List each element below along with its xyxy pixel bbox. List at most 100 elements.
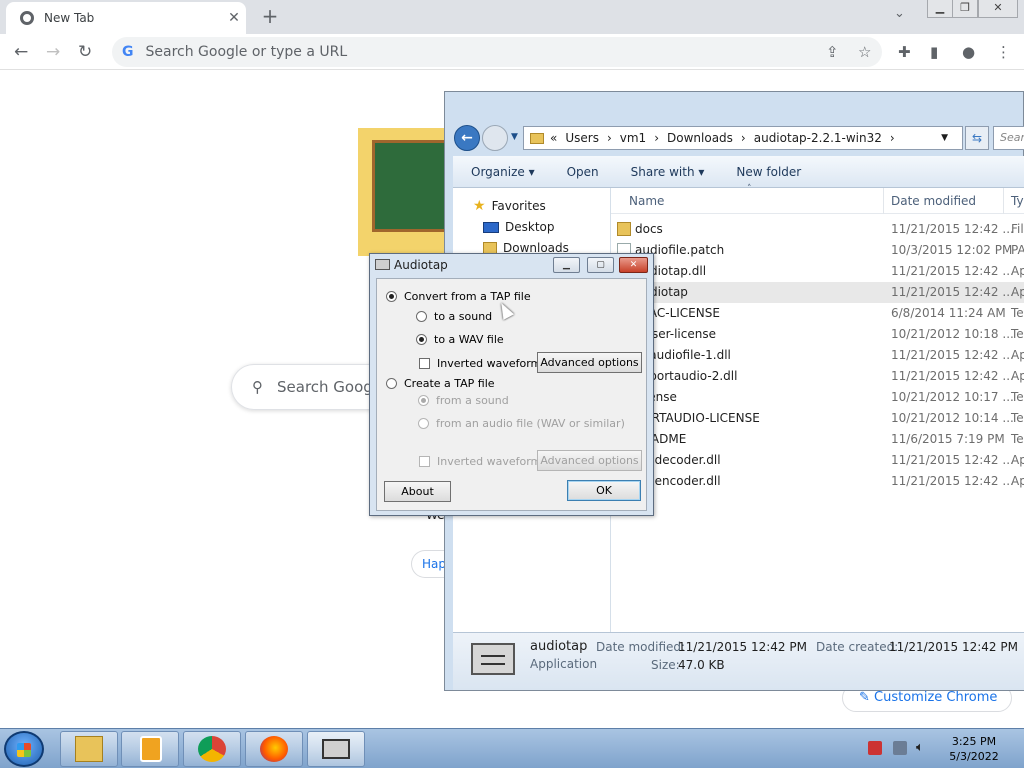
breadcrumb-chevron-icon[interactable]: « — [550, 131, 557, 145]
breadcrumb-segment[interactable]: vm1 — [620, 131, 646, 145]
clock-time: 3:25 PM — [951, 735, 997, 748]
breadcrumb-segment[interactable]: audiotap-2.2.1-win32 — [754, 131, 882, 145]
column-divider[interactable] — [883, 188, 884, 214]
nav-favorites[interactable]: ★ Favorites — [473, 198, 546, 214]
chrome-tab-strip: New Tab ✕ + ⌄ ▁ ❐ ✕ — [0, 0, 1024, 34]
refresh-icon[interactable]: ⇆ — [965, 126, 989, 150]
column-type[interactable]: Ty — [1011, 194, 1024, 208]
radio-to-wav[interactable]: to a WAV file — [416, 333, 504, 346]
breadcrumb-chevron-icon[interactable]: › — [890, 131, 895, 145]
share-with-button[interactable]: Share with ▾ — [613, 165, 719, 179]
side-panel-icon[interactable]: ▮ — [930, 43, 938, 61]
radio-to-sound[interactable]: to a sound — [416, 310, 492, 323]
radio-from-audio-file[interactable]: from an audio file (WAV or similar) — [418, 417, 625, 430]
open-button[interactable]: Open — [549, 165, 613, 179]
back-arrow-icon[interactable]: ← — [14, 42, 28, 62]
radio-from-sound[interactable]: from a sound — [418, 394, 509, 407]
explorer-forward-icon[interactable] — [482, 125, 508, 151]
explorer-back-icon[interactable]: ← — [454, 125, 480, 151]
taskbar-explorer[interactable] — [60, 731, 118, 767]
breadcrumb-chevron-icon[interactable]: › — [741, 131, 746, 145]
convert-from-tap-label: Convert from a TAP file — [404, 290, 531, 303]
file-row[interactable]: libaudiofile-1.dll 11/21/2015 12:42 ... Ap — [611, 345, 1024, 366]
file-date-modified: 6/8/2014 11:24 AM — [891, 306, 1006, 320]
file-row[interactable]: tapencoder.dll 11/21/2015 12:42 ... Ap — [611, 471, 1024, 492]
column-name[interactable]: Name — [629, 194, 664, 208]
share-icon[interactable]: ⇪ — [826, 43, 839, 61]
bookmark-star-icon[interactable]: ☆ — [858, 43, 871, 61]
file-row[interactable]: PORTAUDIO-LICENSE 10/21/2012 10:14 ... Te — [611, 408, 1024, 429]
column-divider[interactable] — [1003, 188, 1004, 214]
checkbox-icon — [419, 358, 430, 369]
new-tab-button[interactable]: + — [258, 4, 282, 28]
taskbar-audiotap[interactable] — [307, 731, 365, 767]
file-name: docs — [635, 222, 663, 236]
inverted-waveform-checkbox[interactable]: Inverted waveform — [419, 357, 541, 370]
dialog-maximize-icon[interactable]: ▢ — [587, 257, 614, 273]
about-button[interactable]: About — [384, 481, 451, 502]
dialog-close-icon[interactable]: ✕ — [619, 257, 648, 273]
minimize-icon[interactable]: ▁ — [927, 0, 953, 18]
volume-icon[interactable]: 🔈︎ — [916, 741, 930, 755]
file-date-modified: 11/21/2015 12:42 ... — [891, 369, 1014, 383]
tab-search-chevron-icon[interactable]: ⌄ — [894, 6, 905, 21]
organize-button[interactable]: Organize ▾ — [453, 165, 549, 179]
recent-pages-chevron-icon[interactable]: ▼ — [511, 132, 518, 142]
file-row[interactable]: README 11/6/2015 7:19 PM Te — [611, 429, 1024, 450]
taskbar-media-player[interactable] — [121, 731, 179, 767]
tab-close-icon[interactable]: ✕ — [222, 10, 246, 26]
dialog-title-bar[interactable]: Audiotap ▁ ▢ ✕ — [370, 254, 653, 276]
file-row[interactable]: libportaudio-2.dll 11/21/2015 12:42 ... Ap — [611, 366, 1024, 387]
file-row[interactable]: audiotap 11/21/2015 12:42 ... Ap — [611, 282, 1024, 303]
extensions-puzzle-icon[interactable]: ✚ — [898, 43, 911, 61]
reload-icon[interactable]: ↻ — [78, 42, 92, 62]
advanced-options-button-2[interactable]: Advanced options — [537, 450, 642, 471]
system-clock[interactable]: 3:25 PM 5/3/2022 — [944, 734, 1004, 764]
profile-avatar-icon[interactable]: ● — [962, 43, 975, 61]
inverted-waveform-checkbox-2[interactable]: Inverted waveform — [419, 455, 541, 468]
file-row[interactable]: FLAC-LICENSE 6/8/2014 11:24 AM Te — [611, 303, 1024, 324]
file-row[interactable]: license 10/21/2012 10:17 ... Te — [611, 387, 1024, 408]
taskbar-chrome[interactable] — [183, 731, 241, 767]
column-date-modified[interactable]: Date modified — [891, 194, 976, 208]
file-row[interactable]: audiofile.patch 10/3/2015 12:02 PM PA — [611, 240, 1024, 261]
breadcrumb-segment[interactable]: Downloads — [667, 131, 733, 145]
dialog-minimize-icon[interactable]: ▁ — [553, 257, 580, 273]
file-row[interactable]: tapdecoder.dll 11/21/2015 12:42 ... Ap — [611, 450, 1024, 471]
kebab-menu-icon[interactable]: ⋮ — [996, 43, 1011, 61]
radio-create-tap[interactable]: Create a TAP file — [386, 377, 495, 390]
create-tap-label: Create a TAP file — [404, 377, 495, 390]
network-icon[interactable] — [893, 741, 907, 755]
column-headers: Name ˄ Date modified Ty — [611, 184, 1024, 214]
breadcrumb-chevron-icon[interactable]: › — [654, 131, 659, 145]
details-size-value: 47.0 KB — [678, 658, 725, 672]
file-row[interactable]: lesser-license 10/21/2012 10:18 ... Te — [611, 324, 1024, 345]
file-row[interactable]: docs 11/21/2015 12:42 ...File — [611, 219, 1024, 240]
taskbar-firefox[interactable] — [245, 731, 303, 767]
google-doodle[interactable] — [358, 128, 448, 256]
file-type: Ap — [1011, 348, 1024, 362]
omnibox[interactable]: G Search Google or type a URL — [112, 37, 882, 67]
advanced-options-button[interactable]: Advanced options — [537, 352, 642, 373]
ntp-search-box[interactable]: ⚲ Search Goog — [231, 364, 391, 410]
action-center-flag-icon[interactable] — [868, 741, 882, 755]
file-row[interactable]: audiotap.dll 11/21/2015 12:42 ... Ap — [611, 261, 1024, 282]
radio-convert-from-tap[interactable]: Convert from a TAP file — [386, 290, 531, 303]
file-type: Ap — [1011, 369, 1024, 383]
explorer-search-input[interactable]: Search — [993, 126, 1024, 150]
details-created-label: Date created: — [816, 640, 899, 654]
start-button[interactable] — [4, 731, 44, 767]
restore-icon[interactable]: ❐ — [952, 0, 978, 18]
tab-new-tab[interactable]: New Tab ✕ — [6, 2, 246, 34]
close-icon[interactable]: ✕ — [978, 0, 1018, 18]
address-dropdown-icon[interactable]: ▼ — [941, 133, 948, 143]
forward-arrow-icon[interactable]: → — [46, 42, 60, 62]
new-folder-button[interactable]: New folder — [718, 165, 815, 179]
address-bar[interactable]: « Users › vm1 › Downloads › audiotap-2.2.1-win3… — [523, 126, 963, 150]
nav-desktop[interactable]: Desktop — [483, 220, 555, 234]
explorer-icon — [75, 736, 103, 762]
details-pane: audiotap Application Date modified: 11/2… — [453, 632, 1024, 690]
breadcrumb-chevron-icon[interactable]: › — [607, 131, 612, 145]
breadcrumb-segment[interactable]: Users — [565, 131, 599, 145]
ok-button[interactable]: OK — [567, 480, 641, 501]
